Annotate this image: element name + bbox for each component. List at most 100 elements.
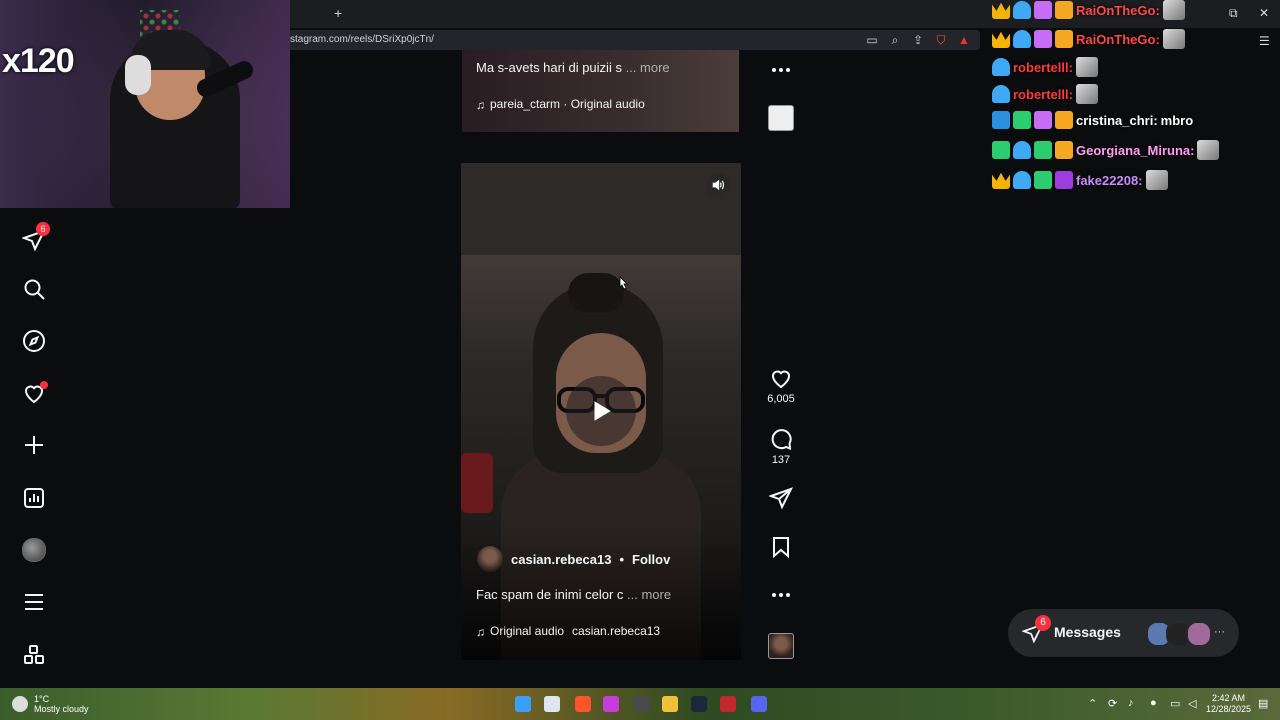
- reel-audio-link[interactable]: ♫ Original audio casian.rebeca13: [476, 624, 660, 639]
- shield-app-icon[interactable]: [720, 696, 736, 712]
- nav-explore[interactable]: [14, 321, 54, 361]
- heart-icon: [771, 370, 791, 389]
- subscriber-badge-icon: [992, 58, 1010, 76]
- messages-button[interactable]: 6 Messages ···: [1008, 609, 1239, 657]
- emote-icon: [1075, 57, 1098, 77]
- new-tab-button[interactable]: +: [334, 5, 342, 21]
- reel-video[interactable]: casian.rebeca13 • Follov Fac spam de ini…: [461, 163, 741, 660]
- previous-reel-audio-thumb[interactable]: [766, 105, 796, 131]
- weather-condition: Mostly cloudy: [34, 704, 89, 714]
- notification-dot: [40, 381, 48, 389]
- share-icon[interactable]: ⇪: [910, 32, 926, 48]
- windows-taskbar: 1°C Mostly cloudy ⌃ ⟳ ♪ ● ▭ ◁ 2:42 AM 12…: [0, 688, 1280, 720]
- brave-rewards-icon[interactable]: ▲: [956, 32, 972, 48]
- task-view-icon[interactable]: [544, 696, 560, 712]
- speaker-icon: [712, 179, 724, 191]
- start-icon[interactable]: [515, 696, 531, 712]
- chat-username: RaiOnTheGo:: [1076, 31, 1160, 47]
- display-icon[interactable]: ▭: [1170, 697, 1180, 710]
- gift-badge-icon: [1034, 1, 1052, 19]
- messages-avatars: ···: [1146, 621, 1225, 647]
- weather-temp: 1°C: [34, 694, 50, 704]
- create-icon: [25, 436, 43, 454]
- more-link[interactable]: ... more: [626, 60, 670, 75]
- previous-reel-audio[interactable]: ♫ pareia_ctarm · Original audio: [476, 97, 645, 112]
- mouse-cursor-icon: [619, 276, 628, 290]
- reel-audio-thumb[interactable]: [766, 633, 796, 659]
- emote-icon: [1162, 29, 1185, 49]
- steam-icon[interactable]: [691, 696, 707, 712]
- zoom-icon[interactable]: ⌕: [887, 32, 903, 48]
- volume-icon[interactable]: ♪: [1128, 697, 1134, 709]
- audio-toggle-button[interactable]: [706, 173, 730, 197]
- network-icon[interactable]: ⟳: [1108, 697, 1117, 710]
- share-icon: [769, 487, 793, 510]
- subscriber-badge-icon: [1013, 171, 1031, 189]
- crown-badge-icon: [992, 2, 1010, 19]
- nav-profile[interactable]: [14, 530, 54, 570]
- previous-reel-options-button[interactable]: [766, 58, 796, 82]
- notification-center-icon[interactable]: ▤: [1258, 697, 1268, 710]
- nav-also-from-meta[interactable]: [14, 635, 54, 675]
- vip-badge-icon: [1055, 30, 1073, 48]
- discord-icon[interactable]: [751, 696, 767, 712]
- copilot-icon[interactable]: [603, 696, 619, 712]
- follow-button[interactable]: Follov: [632, 552, 670, 567]
- bookmark-icon: [773, 537, 789, 559]
- browser-menu-icon[interactable]: ☰: [1259, 34, 1270, 48]
- chat-username: RaiOnTheGo:: [1076, 2, 1160, 18]
- chat-username: fake22208:: [1076, 172, 1143, 188]
- share-button[interactable]: [766, 486, 796, 510]
- nav-direct[interactable]: 6: [14, 220, 54, 260]
- chat-username: robertelll:: [1013, 86, 1073, 102]
- moderator-badge-icon: [992, 111, 1010, 129]
- system-clock[interactable]: 2:42 AM 12/28/2025: [1206, 693, 1251, 715]
- comment-icon: [771, 429, 792, 451]
- microphone-icon[interactable]: ●: [1150, 697, 1157, 709]
- restore-window-icon[interactable]: ⧉: [1229, 6, 1238, 21]
- like-button[interactable]: 6,005: [766, 366, 796, 405]
- more-link[interactable]: ... more: [627, 587, 671, 602]
- speaker-icon[interactable]: ◁: [1188, 697, 1196, 710]
- author-avatar[interactable]: [477, 546, 503, 572]
- og-badge-icon: [1013, 111, 1031, 129]
- emote-icon: [1197, 140, 1220, 160]
- messages-label: Messages: [1054, 624, 1121, 640]
- chat-message: fake22208:: [992, 170, 1168, 190]
- gift-badge-icon: [1034, 141, 1052, 159]
- nav-create[interactable]: [14, 425, 54, 465]
- more-menu-icon: [25, 594, 43, 610]
- weather-widget[interactable]: 1°C Mostly cloudy: [12, 694, 89, 714]
- vip-badge-icon: [1055, 111, 1073, 129]
- ellipsis-icon: [772, 593, 790, 597]
- reel-author-row: casian.rebeca13 • Follov: [477, 546, 670, 572]
- nav-more[interactable]: [14, 582, 54, 622]
- chat-message: robertelll:: [992, 57, 1098, 77]
- play-button[interactable]: [566, 376, 636, 446]
- notification-badge: 6: [36, 222, 50, 236]
- tray-overflow-icon[interactable]: ⌃: [1088, 697, 1097, 710]
- chat-message: RaiOnTheGo:: [992, 0, 1185, 20]
- chat-message: robertelll:: [992, 84, 1098, 104]
- reel-options-button[interactable]: [766, 583, 796, 607]
- chat-text: mbro: [1160, 112, 1194, 128]
- nav-dashboard[interactable]: [14, 478, 54, 518]
- brave-browser-icon[interactable]: [575, 696, 591, 712]
- chat-username: cristina_chri:: [1076, 112, 1158, 128]
- brave-shield-icon[interactable]: ⛉: [933, 32, 949, 48]
- close-window-icon[interactable]: ✕: [1259, 6, 1269, 20]
- author-username[interactable]: casian.rebeca13: [511, 552, 611, 567]
- comment-button[interactable]: 137: [766, 427, 796, 466]
- vip-badge-icon: [1055, 141, 1073, 159]
- subscriber-badge-icon: [1013, 141, 1031, 159]
- cast-icon[interactable]: ▭: [864, 32, 880, 48]
- search-icon: [24, 279, 45, 300]
- cloudy-weather-icon: [12, 696, 28, 712]
- file-explorer-icon[interactable]: [662, 696, 678, 712]
- app-icon[interactable]: [633, 696, 649, 712]
- gift-badge-icon: [1034, 30, 1052, 48]
- nav-search[interactable]: [14, 269, 54, 309]
- nav-notifications[interactable]: [14, 373, 54, 413]
- crown-badge-icon: [992, 172, 1010, 189]
- save-button[interactable]: [766, 535, 796, 559]
